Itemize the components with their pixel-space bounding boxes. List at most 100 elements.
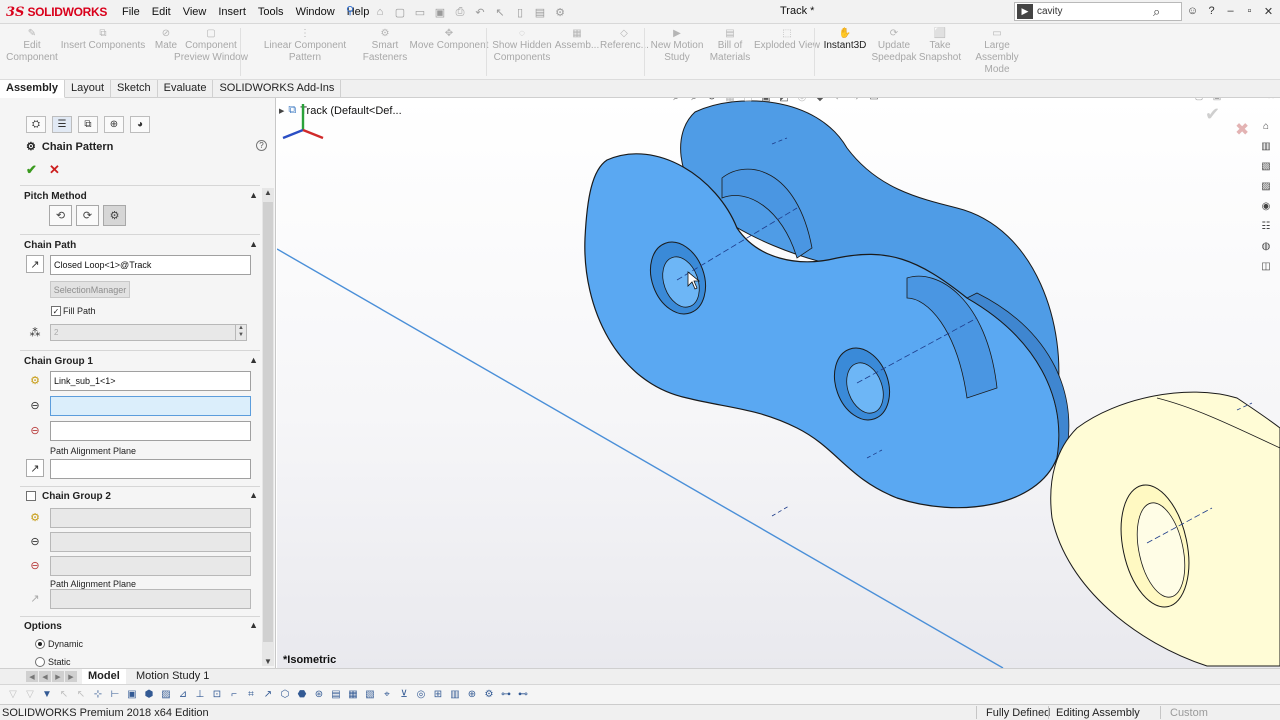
dynamic-radio[interactable] [35,639,45,649]
menu-tools[interactable]: Tools [252,6,290,18]
select-datum-targets-icon[interactable]: ◎ [414,687,428,702]
select-surface-finish-icon[interactable]: ⌖ [380,687,394,702]
resources-home-icon[interactable]: ⌂ [1257,118,1275,134]
help-icon[interactable]: ? [256,140,267,151]
file-properties-icon[interactable]: ▤ [532,4,548,20]
property-manager-tab-icon[interactable]: ☰ [52,116,72,133]
group2-component-field[interactable] [50,508,251,528]
select-datum-icon[interactable]: ▧ [363,687,377,702]
viewport-close-icon[interactable]: ✕ [1265,98,1277,102]
cancel-button[interactable]: ✕ [49,162,60,178]
view-settings-icon[interactable]: ◑ [849,98,863,104]
pin-icon[interactable]: ⚲ [346,4,356,18]
first-tab-icon[interactable]: ◀ [26,671,38,682]
cmd-edit-component[interactable]: ✎ Edit Component [4,28,60,64]
hide-show-items-icon[interactable]: ◎ [795,98,809,104]
select-surface-bodies-icon[interactable]: ⬡ [278,687,292,702]
select-cosmetic-threads-icon[interactable]: ⊞ [431,687,445,702]
path-link-1-field[interactable] [50,396,251,416]
search-input[interactable] [1037,6,1149,17]
solidworks-forum-icon[interactable]: ◫ [1257,258,1275,274]
cmd-insert-components[interactable]: ⧉ Insert Components [60,28,146,52]
apply-scene-icon[interactable]: ◐ [831,98,845,104]
zoom-area-icon[interactable]: ⌕ [687,98,701,104]
edit-appearance-icon[interactable]: ◆ [813,98,827,104]
undo-icon[interactable]: ↶ [472,4,488,20]
tab-addins[interactable]: SOLIDWORKS Add-Ins [213,80,342,98]
custom-properties-icon[interactable]: ☷ [1257,218,1275,234]
previous-view-icon[interactable]: ↺ [705,98,719,104]
cmd-large-assembly-mode[interactable]: ▭ Large Assembly Mode [962,28,1032,76]
view-palette-icon[interactable]: ▨ [1257,178,1275,194]
ok-button[interactable]: ✔ [26,162,37,178]
confirmation-cancel-icon[interactable]: ✖ [1235,120,1249,140]
chain-group-2-checkbox[interactable] [26,491,36,501]
configuration-manager-tab-icon[interactable]: ⧉ [78,116,98,133]
cmd-exploded-view[interactable]: ⬚ Exploded View [754,28,820,52]
menu-edit[interactable]: Edit [146,6,177,18]
filter-faces-icon[interactable]: ▽ [23,687,37,702]
cmd-bill-of-materials[interactable]: ▤ Bill of Materials [706,28,754,64]
select-blocks-icon[interactable]: ▥ [448,687,462,702]
options-header[interactable]: Options ▲ [24,618,260,634]
tab-assembly[interactable]: Assembly [0,80,65,98]
select-hole-callout-icon[interactable]: ⊶ [499,687,513,702]
clear-filter-icon[interactable]: ↖ [57,687,71,702]
search-icon[interactable]: ⌕ [1153,4,1160,20]
viewport-maximize-icon[interactable]: ▫ [1247,98,1259,102]
design-library-icon[interactable]: ▥ [1257,138,1275,154]
tab-layout[interactable]: Layout [65,80,112,98]
cmd-smart-fasteners[interactable]: ⚙ Smart Fasteners [362,28,408,64]
cmd-assemb[interactable]: ▦ Assemb... [554,28,600,52]
select-icon[interactable]: ↖ [74,687,88,702]
forum-icon[interactable]: ◍ [1257,238,1275,254]
select-sketch-points-icon[interactable]: ⌗ [244,687,258,702]
select-weld-symbols-icon[interactable]: ⊻ [397,687,411,702]
select-surfaces-icon[interactable]: ⬢ [142,687,156,702]
file-explorer-icon[interactable]: ▧ [1257,158,1275,174]
plane-select-icon[interactable]: ↗ [26,459,44,477]
close-icon[interactable]: ✕ [1262,3,1275,19]
cmd-move-component[interactable]: ✥ Move Component [408,28,490,52]
rebuild-icon[interactable]: ▯ [512,4,528,20]
chain-component-field[interactable]: Link_sub_1<1> [50,371,251,391]
spin-arrows-icon[interactable]: ▲ ▼ [235,325,246,340]
solidworks-logo[interactable]: 3S SOLIDWORKS [6,3,107,21]
menu-window[interactable]: Window [290,6,341,18]
selection-manager-button[interactable]: SelectionManager [50,281,130,298]
display-manager-tab-icon[interactable]: ◕ [130,116,150,133]
view-orientation-icon[interactable]: ▣ [759,98,773,104]
viewport-restore-icon[interactable]: ▢ [1193,98,1205,102]
maximize-icon[interactable]: ▫ [1243,3,1256,19]
options-gear-icon[interactable]: ⚙ [552,4,568,20]
select-faces-icon[interactable]: ▣ [125,687,139,702]
status-units[interactable]: Custom [1170,707,1208,719]
tab-motion-study[interactable]: Motion Study 1 [130,669,215,685]
cmd-referenc[interactable]: ◇ Referenc... [600,28,649,52]
group2-path-alignment-field[interactable] [50,589,251,609]
select-balloons-icon[interactable]: ⊷ [516,687,530,702]
print-icon[interactable]: ⎙ [452,4,468,20]
pitch-method-header[interactable]: Pitch Method ▲ [24,188,260,204]
filter-vertices-icon[interactable]: ▼ [40,687,54,702]
cmd-new-motion-study[interactable]: ▶ New Motion Study [648,28,706,64]
path-link-2-field[interactable] [50,421,251,441]
reference-triad[interactable] [277,98,329,146]
select-welds-icon[interactable]: ⊛ [312,687,326,702]
static-radio[interactable] [35,657,45,667]
open-icon[interactable]: ▭ [412,4,428,20]
minimize-icon[interactable]: – [1224,3,1237,19]
tab-evaluate[interactable]: Evaluate [158,80,214,98]
cmd-take-snapshot[interactable]: ⬜ Take Snapshot [918,28,962,64]
feature-manager-tab-icon[interactable]: ⛭ [26,116,46,133]
cmd-component-preview-window[interactable]: ▢ Component Preview Window [174,28,248,64]
select-point-icon[interactable]: ⊹ [91,687,105,702]
menu-view[interactable]: View [177,6,213,18]
path-select-icon[interactable]: ↗ [26,255,44,273]
scroll-thumb[interactable] [263,202,273,642]
group2-link-2-field[interactable] [50,556,251,576]
chain-path-field[interactable]: Closed Loop<1>@Track [50,255,251,275]
distance-linkage-fixed-icon[interactable]: ⚙ [103,205,126,226]
filter-icon[interactable]: ▽ [6,687,20,702]
select-solid-bodies-icon[interactable]: ⬣ [295,687,309,702]
